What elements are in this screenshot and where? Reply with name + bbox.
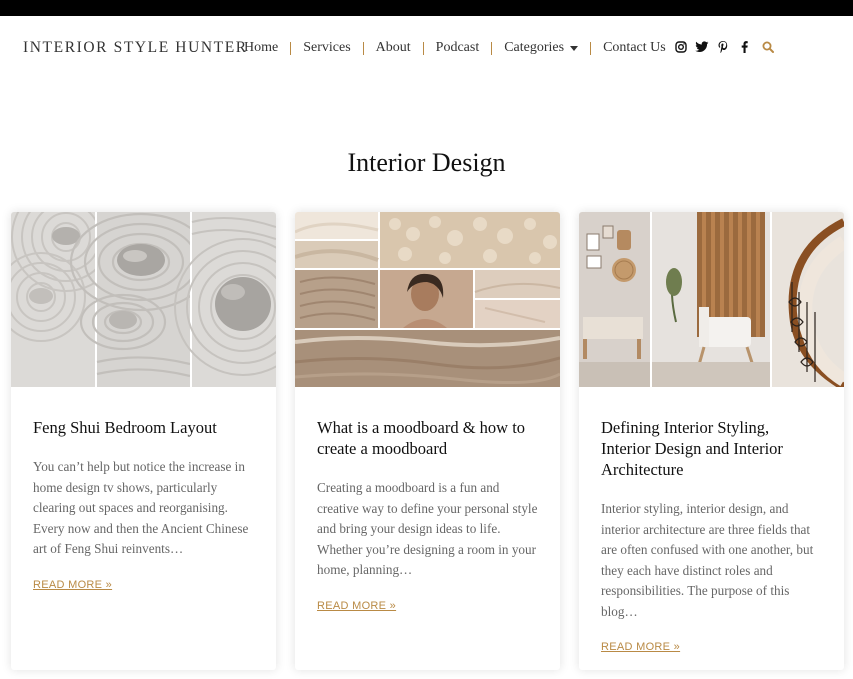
post-thumbnail[interactable] [11, 212, 276, 387]
read-more-link[interactable]: READ MORE » [601, 641, 680, 653]
post-card: Defining Interior Styling, Interior Desi… [579, 212, 844, 670]
post-thumbnail[interactable] [579, 212, 844, 387]
nav-divider [590, 41, 592, 55]
post-card: Feng Shui Bedroom Layout You can’t help … [11, 212, 276, 670]
post-excerpt: Interior styling, interior design, and i… [601, 501, 814, 619]
nav-contact-us[interactable]: Contact Us [603, 40, 666, 56]
page-title: Interior Design [347, 148, 506, 177]
post-excerpt: Creating a moodboard is a fun and creati… [317, 480, 538, 577]
post-excerpt: You can’t help but notice the increase i… [33, 459, 249, 556]
top-black-bar [0, 0, 853, 16]
instagram-icon[interactable] [674, 39, 688, 55]
nav-divider [491, 41, 493, 55]
search-icon[interactable] [761, 39, 775, 55]
pinterest-icon[interactable] [716, 39, 730, 55]
nav-categories-label: Categories [504, 40, 565, 55]
site-logo[interactable]: INTERIOR STYLE HUNTER [23, 39, 248, 57]
nav-divider [290, 41, 292, 55]
read-more-link[interactable]: READ MORE » [33, 579, 112, 591]
post-thumbnail[interactable] [295, 212, 560, 387]
nav-services[interactable]: Services [303, 40, 350, 56]
nav-categories[interactable]: Categories [504, 40, 579, 56]
nav-home[interactable]: Home [244, 40, 278, 56]
twitter-icon[interactable] [695, 39, 709, 55]
nav-about[interactable]: About [376, 40, 411, 56]
nav-divider [362, 41, 364, 55]
chevron-down-icon [570, 45, 579, 51]
main-nav: Home Services About Podcast Categories C… [244, 40, 666, 56]
nav-divider [422, 41, 424, 55]
nav-podcast[interactable]: Podcast [436, 40, 480, 56]
facebook-icon[interactable] [737, 39, 751, 55]
read-more-link[interactable]: READ MORE » [317, 600, 396, 612]
post-title[interactable]: Defining Interior Styling, Interior Desi… [601, 417, 816, 480]
post-title[interactable]: Feng Shui Bedroom Layout [33, 417, 248, 438]
post-card: What is a moodboard & how to create a mo… [295, 212, 560, 670]
post-title[interactable]: What is a moodboard & how to create a mo… [317, 417, 532, 459]
